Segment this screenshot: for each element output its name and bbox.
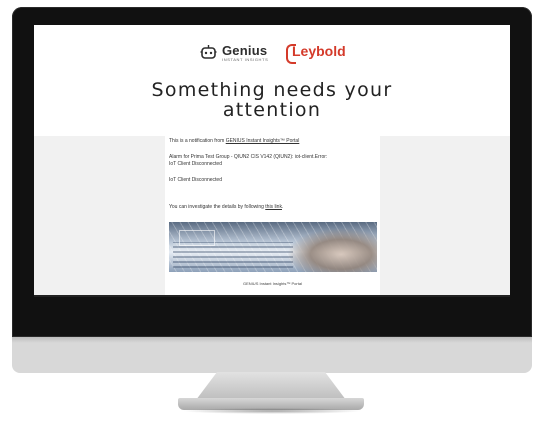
leybold-wordmark: Leybold: [292, 43, 346, 59]
email-screen: Genius INSTANT INSIGHTS Leybold Somethin…: [34, 25, 510, 295]
screen-bottom-edge: [34, 295, 510, 297]
notification-line: This is a notification from GENIUS Insta…: [169, 138, 299, 145]
email-headline: Something needs your attention: [114, 80, 430, 120]
headline-line-2: attention: [222, 99, 322, 121]
investigate-line: You can investigate the details by follo…: [169, 204, 283, 211]
status-line: IoT Client Disconnected: [169, 177, 222, 183]
genius-tagline: INSTANT INSIGHTS: [222, 57, 269, 62]
details-link[interactable]: this link: [265, 204, 282, 210]
chin-shadow: [12, 337, 532, 343]
investigate-prefix: You can investigate the details by follo…: [169, 204, 266, 210]
notification-prefix: This is a notification from: [169, 138, 226, 144]
alarm-line-2: IoT Client Disconnected: [169, 161, 222, 167]
industrial-photo-banner: [169, 222, 377, 272]
genius-wordmark: Genius: [222, 43, 268, 58]
robot-head-icon: [200, 45, 217, 59]
headline-line-1: Something needs your: [151, 79, 393, 101]
email-body: This is a notification from GENIUS Insta…: [165, 136, 380, 295]
background-band-right: [380, 136, 510, 295]
alarm-line-1: Alarm for Prima Test Group - QIUN2 CIS V…: [169, 154, 328, 160]
investigate-suffix: .: [281, 204, 284, 210]
stand-shadow: [182, 408, 362, 414]
email-footer: GENIUS Instant Insights™ Portal: [243, 281, 302, 286]
portal-link[interactable]: GENIUS Instant Insights™ Portal: [226, 138, 300, 144]
monitor-stand: [196, 372, 346, 400]
background-band-left: [34, 136, 165, 295]
email-header-logos: Genius INSTANT INSIGHTS Leybold: [34, 42, 510, 64]
